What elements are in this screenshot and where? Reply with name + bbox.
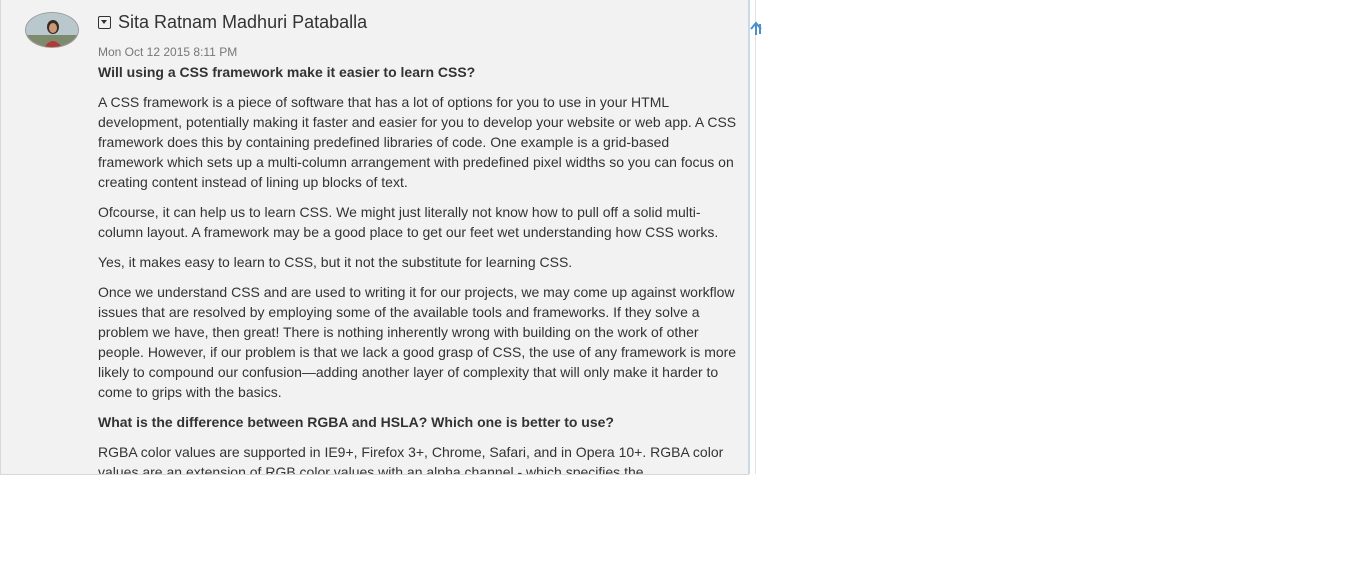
post-header: Sita Ratnam Madhuri Pataballa bbox=[98, 11, 367, 33]
avatar-photo-icon bbox=[26, 13, 78, 47]
body-paragraph: RGBA color values are supported in IE9+,… bbox=[98, 444, 724, 475]
post-timestamp: Mon Oct 12 2015 8:11 PM bbox=[98, 45, 238, 59]
question-heading: What is the difference between RGBA and … bbox=[98, 414, 614, 430]
author-name[interactable]: Sita Ratnam Madhuri Pataballa bbox=[118, 12, 367, 33]
body-paragraph: A CSS framework is a piece of software t… bbox=[98, 94, 737, 190]
chevron-down-box-icon[interactable] bbox=[98, 15, 111, 29]
body-paragraph: Once we understand CSS and are used to w… bbox=[98, 284, 737, 400]
post-panel: Sita Ratnam Madhuri Pataballa Mon Oct 12… bbox=[0, 0, 749, 475]
body-paragraph: Ofcourse, it can help us to learn CSS. W… bbox=[98, 204, 719, 240]
thread-rail bbox=[748, 0, 756, 474]
body-paragraph: Yes, it makes easy to learn to CSS, but … bbox=[98, 254, 573, 270]
reply-arrow-icon[interactable] bbox=[749, 20, 765, 36]
question-heading: Will using a CSS framework make it easie… bbox=[98, 64, 476, 80]
avatar[interactable] bbox=[25, 12, 79, 48]
post-body: Will using a CSS framework make it easie… bbox=[98, 62, 738, 475]
